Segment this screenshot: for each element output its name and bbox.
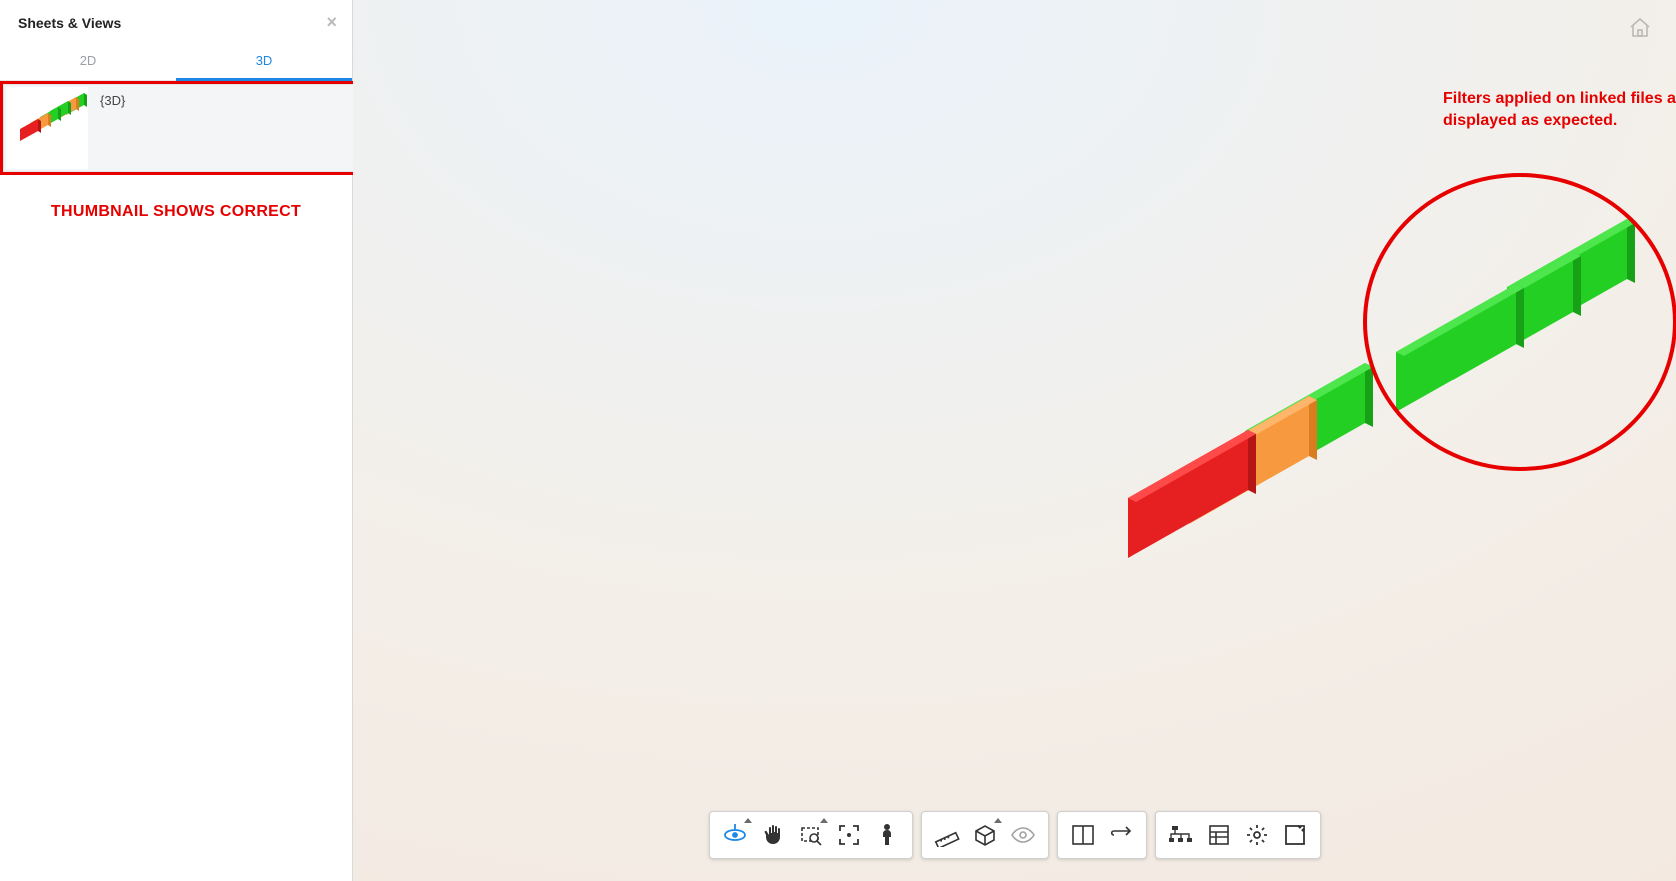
- model-browser-button[interactable]: [1162, 816, 1200, 854]
- slab-main-3: [1245, 363, 1373, 491]
- chevron-up-icon: [994, 818, 1002, 823]
- view-name-label: {3D}: [90, 85, 135, 116]
- orbit-button[interactable]: [716, 816, 754, 854]
- toolbar-group-view: [1057, 811, 1147, 859]
- viewer-toolbar: [709, 811, 1321, 859]
- properties-button[interactable]: [1200, 816, 1238, 854]
- slab-main-2: [1189, 396, 1317, 524]
- tab-3d[interactable]: 3D: [176, 43, 352, 80]
- tab-2d[interactable]: 2D: [0, 43, 176, 80]
- split-view-button[interactable]: [1064, 816, 1102, 854]
- toolbar-group-utilities: [1155, 811, 1321, 859]
- home-icon[interactable]: [1628, 16, 1652, 40]
- fit-view-button[interactable]: [830, 816, 868, 854]
- panel-header: Sheets & Views ×: [0, 0, 352, 43]
- visibility-button[interactable]: [1004, 816, 1042, 854]
- close-icon[interactable]: ×: [326, 12, 337, 33]
- view-thumbnail: [6, 87, 88, 169]
- annotation-caption-thumbnail: THUMBNAIL SHOWS CORRECT: [0, 203, 352, 221]
- section-box-button[interactable]: [966, 816, 1004, 854]
- pan-button[interactable]: [754, 816, 792, 854]
- settings-button[interactable]: [1238, 816, 1276, 854]
- toolbar-group-analyze: [921, 811, 1049, 859]
- toolbar-group-navigation: [709, 811, 913, 859]
- annotation-rectangle-thumbnail: {3D}: [0, 81, 362, 175]
- view-item-3d[interactable]: {3D}: [3, 84, 359, 172]
- first-person-button[interactable]: [868, 816, 906, 854]
- annotation-text-linked-filters: Filters applied on linked files are not …: [1443, 88, 1676, 133]
- chevron-up-icon: [820, 818, 828, 823]
- zoom-window-button[interactable]: [792, 816, 830, 854]
- app-root: Sheets & Views × 2D 3D: [0, 0, 1676, 881]
- reset-view-button[interactable]: [1102, 816, 1140, 854]
- chevron-up-icon: [744, 818, 752, 823]
- tabs: 2D 3D: [0, 43, 352, 81]
- panel-title: Sheets & Views: [18, 15, 121, 31]
- view-list: {3D}: [0, 81, 352, 175]
- slab-main-1: [1128, 430, 1256, 558]
- annotation-circle-linked: [1363, 173, 1676, 471]
- sheets-views-panel: Sheets & Views × 2D 3D: [0, 0, 353, 881]
- fullscreen-button[interactable]: [1276, 816, 1314, 854]
- 3d-viewport[interactable]: Filters applied on linked files are not …: [353, 0, 1676, 881]
- measure-button[interactable]: [928, 816, 966, 854]
